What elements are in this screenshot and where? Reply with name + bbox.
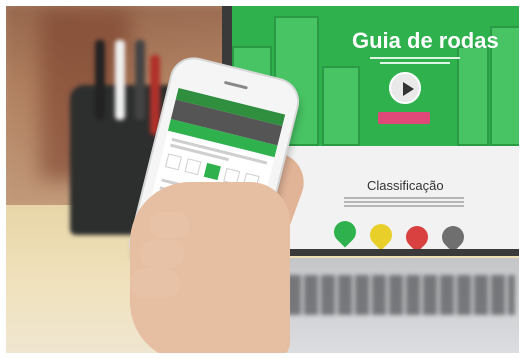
finger: [150, 212, 190, 238]
finger: [130, 268, 180, 298]
pen: [115, 40, 125, 120]
hero-title: Guia de rodas: [352, 28, 499, 53]
pen: [150, 55, 160, 135]
location-pin-icon: [437, 221, 469, 249]
keyboard-keys: [270, 275, 515, 315]
hero-subtitle-lines: [370, 54, 460, 67]
hero-cta-button: [378, 112, 430, 124]
finger: [140, 240, 184, 268]
phone-option-button: [203, 163, 221, 181]
phone-option-button: [184, 158, 202, 176]
play-icon: [389, 72, 421, 104]
phone-speaker: [223, 80, 248, 90]
pen: [135, 40, 145, 120]
phone-option-button: [165, 153, 182, 171]
building-illustration: [457, 46, 489, 146]
building-illustration: [322, 66, 360, 146]
location-pin-icon: [365, 219, 397, 249]
pen: [95, 40, 105, 120]
section-text-lines: [344, 197, 464, 207]
section-title: Classificação: [367, 178, 444, 193]
location-pin-icon: [401, 221, 433, 249]
location-pin-icon: [329, 216, 361, 248]
photo: Guia de rodas Classificação: [0, 0, 525, 359]
